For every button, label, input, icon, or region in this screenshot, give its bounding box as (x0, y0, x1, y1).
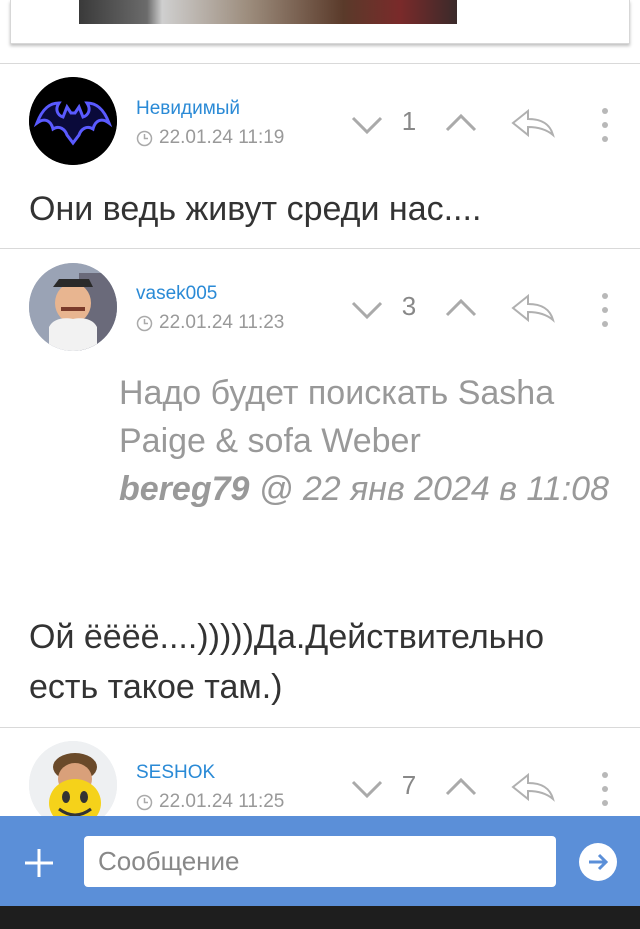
send-arrow-icon (589, 853, 609, 871)
quote-text: Надо будет поискать Sasha Paige & sofa W… (119, 374, 555, 460)
clock-icon (136, 794, 153, 810)
timestamp: 22.01.24 11:23 (136, 312, 284, 334)
chevron-down-icon[interactable] (350, 114, 384, 136)
author-name[interactable]: SESHOK (136, 762, 215, 784)
chevron-down-icon[interactable] (350, 778, 384, 800)
timestamp-text: 22.01.24 11:25 (159, 791, 285, 812)
chevron-down-icon[interactable] (350, 299, 384, 321)
quote-date: @ 22 янв 2024 в 11:08 (258, 470, 609, 508)
avatar[interactable] (29, 77, 117, 165)
comment-text: Ой ёёёё....)))))Да.Действительно есть та… (29, 612, 544, 712)
timestamp: 22.01.24 11:19 (136, 127, 284, 149)
system-navigation-bar (0, 906, 640, 929)
reply-icon[interactable] (510, 108, 556, 138)
send-button[interactable] (579, 843, 617, 881)
comment-text-line: Ой ёёёё....)))))Да.Действительно (29, 618, 545, 656)
author-name[interactable]: vasek005 (136, 283, 217, 305)
plus-icon[interactable] (22, 846, 56, 880)
timestamp: 22.01.24 11:25 (136, 791, 284, 813)
message-input[interactable] (84, 836, 556, 887)
chevron-up-icon[interactable] (444, 112, 478, 134)
more-options-icon[interactable] (594, 293, 616, 327)
vote-count: 7 (401, 770, 417, 800)
more-options-icon[interactable] (594, 772, 616, 806)
clock-icon (136, 315, 153, 331)
chevron-up-icon[interactable] (444, 776, 478, 798)
author-name[interactable]: Невидимый (136, 98, 240, 120)
more-options-icon[interactable] (594, 108, 616, 142)
quote-author-link[interactable]: bereg79 (119, 470, 249, 508)
chevron-up-icon[interactable] (444, 297, 478, 319)
message-composer (0, 816, 640, 906)
reply-icon[interactable] (510, 293, 556, 323)
vote-count: 1 (401, 106, 417, 136)
divider (0, 63, 640, 64)
vote-count: 3 (401, 291, 417, 321)
avatar[interactable] (29, 263, 117, 351)
divider (0, 248, 640, 249)
timestamp-text: 22.01.24 11:23 (159, 312, 285, 333)
quote-attribution: bereg79 @ 22 янв 2024 в 11:08 (119, 465, 619, 513)
clock-icon (136, 130, 153, 146)
quoted-message: Надо будет поискать Sasha Paige & sofa W… (119, 369, 619, 513)
previous-post-card (10, 0, 630, 44)
reply-icon[interactable] (510, 772, 556, 802)
timestamp-text: 22.01.24 11:19 (159, 127, 285, 148)
divider (0, 727, 640, 728)
comment-text-line: есть такое там.) (29, 668, 283, 706)
comment-text: Они ведь живут среди нас.... (29, 190, 482, 228)
post-image[interactable] (79, 0, 457, 24)
